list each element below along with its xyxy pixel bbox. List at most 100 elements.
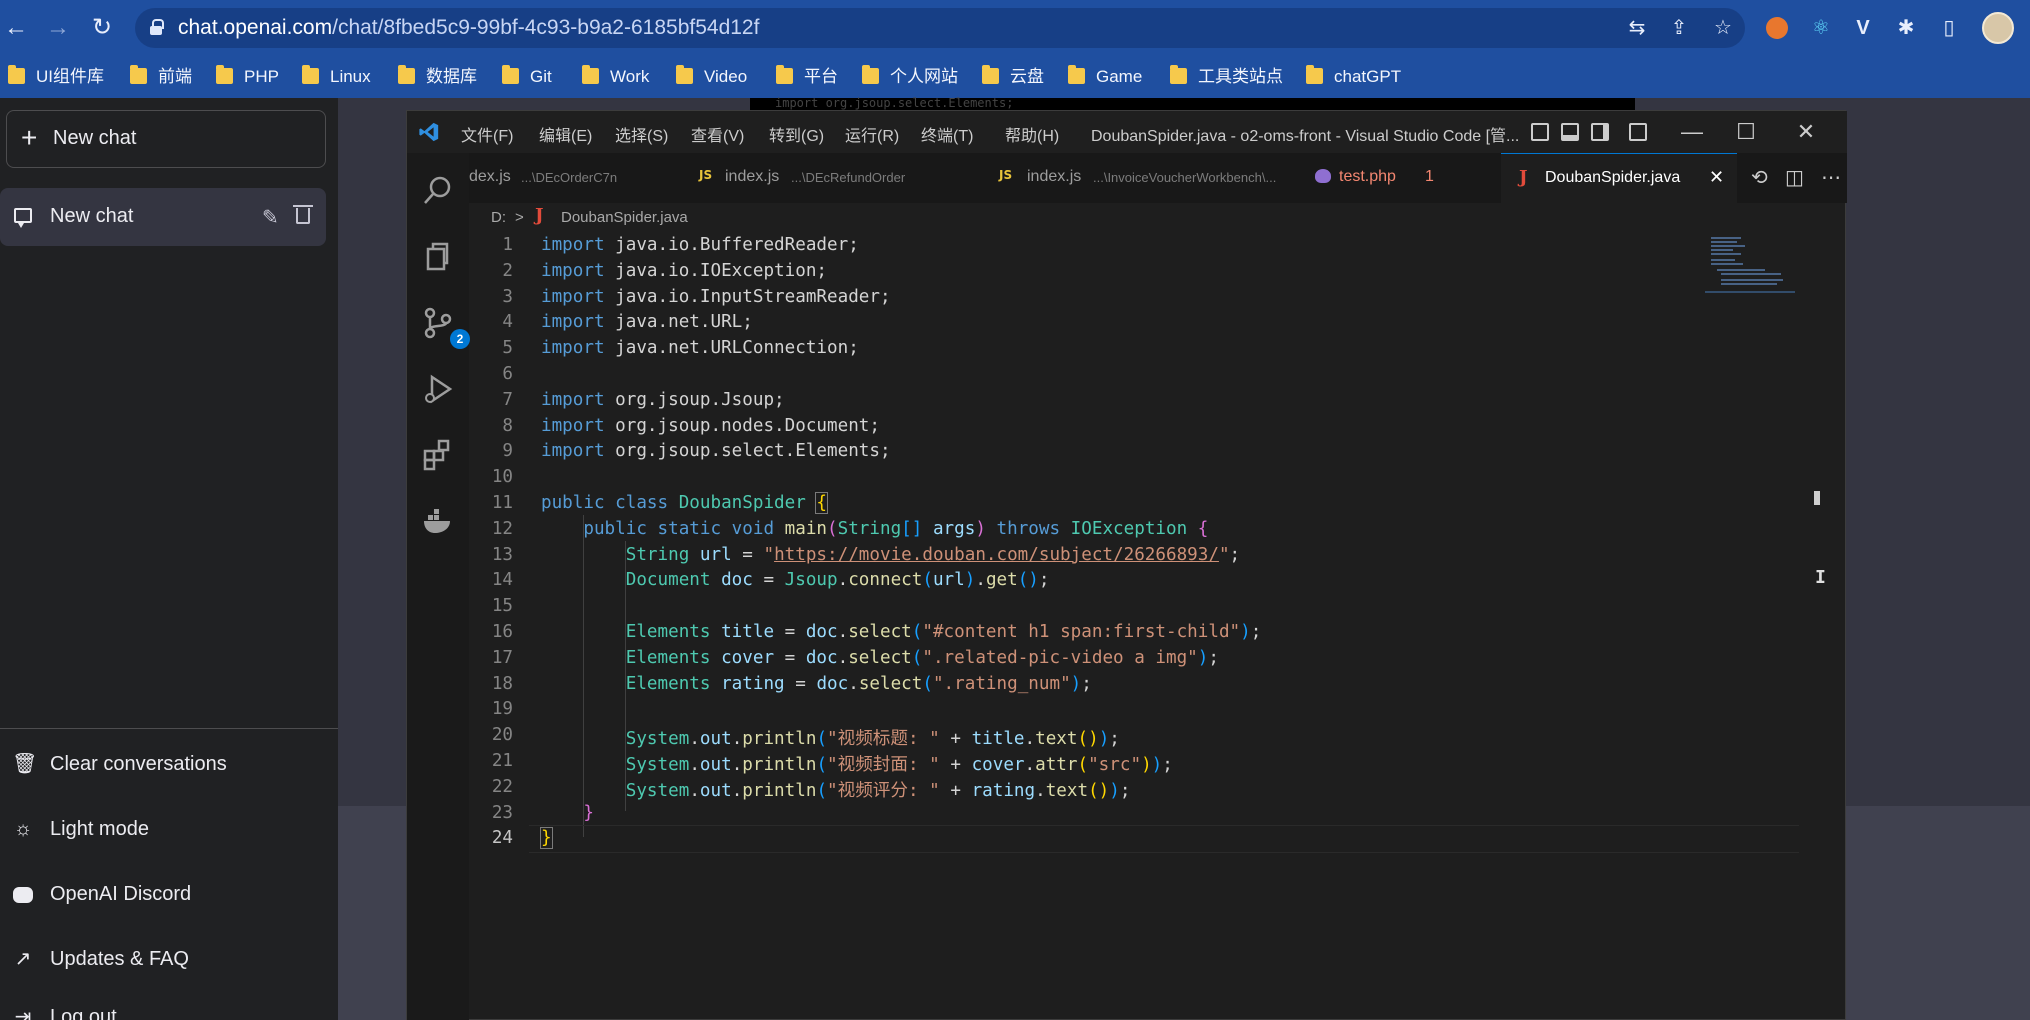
tab-path: ...\InvoiceVoucherWorkbench\... [1093, 170, 1277, 185]
breadcrumb-drive[interactable]: D: [491, 209, 506, 226]
bookmark-folder[interactable]: 平台 [776, 65, 838, 88]
toggle-secondary-sidebar-icon[interactable] [1591, 123, 1609, 141]
menu-view[interactable]: 查看(V) [691, 122, 744, 146]
line-number: 20 [491, 725, 513, 746]
overlay-strip-text: import org.jsoup.select.Elements; [775, 96, 1014, 110]
tab-label: dex.js [469, 168, 511, 185]
scrollbar-thumb[interactable] [1814, 491, 1820, 505]
bookmark-folder[interactable]: Video [676, 65, 747, 88]
url-text[interactable]: chat.openai.com/chat/8fbed5c9-99bf-4c93-… [178, 16, 759, 40]
tab-path: ...\DEcRefundOrder [791, 170, 906, 185]
tab-dex-js[interactable]: dex.js ...\DEcOrderC7n [469, 153, 634, 203]
lock-icon[interactable] [150, 19, 164, 35]
customize-layout-icon[interactable] [1629, 123, 1647, 141]
delete-icon[interactable] [293, 205, 313, 224]
new-chat-button[interactable]: + New chat [6, 110, 326, 168]
tab-index-js-invoice[interactable]: JS index.js ...\InvoiceVoucherWorkbench\… [989, 153, 1299, 203]
line-number: 22 [491, 776, 513, 797]
code-line: 3 import java.io.InputStreamReader; [469, 285, 1789, 311]
scm-badge: 2 [450, 329, 470, 349]
tab-test-php[interactable]: test.php 1 [1303, 153, 1453, 203]
code-line: 12 public static void main(String[] args… [469, 517, 1789, 543]
code-line: 24} [469, 826, 1789, 852]
minimap[interactable] [1705, 233, 1795, 293]
back-icon[interactable]: ← [2, 14, 30, 42]
tab-index-js-refund[interactable]: JS index.js ...\DEcRefundOrder [699, 153, 979, 203]
vertical-scrollbar[interactable] [1811, 233, 1823, 1020]
menu-selection[interactable]: 选择(S) [615, 122, 668, 146]
light-mode-link[interactable]: ☼ Light mode [0, 806, 338, 852]
docker-icon[interactable] [420, 503, 456, 539]
minimize-icon[interactable]: — [1677, 117, 1707, 147]
run-debug-icon[interactable] [420, 371, 456, 407]
bookmark-folder[interactable]: 个人网站 [862, 65, 958, 88]
tab-label: test.php [1339, 168, 1396, 185]
bookmark-folder[interactable]: Linux [302, 65, 371, 88]
conversation-item[interactable]: New chat ✎ [0, 188, 326, 246]
openai-discord-link[interactable]: OpenAI Discord [0, 871, 338, 917]
bookmark-folder[interactable]: Game [1068, 65, 1142, 88]
more-actions-icon[interactable]: ⋯ [1821, 165, 1841, 190]
share-icon[interactable]: ⇪ [1666, 15, 1692, 41]
source-control-wrap[interactable]: 2 [420, 305, 470, 349]
bookmark-folder[interactable]: 前端 [130, 65, 192, 88]
explorer-icon[interactable] [420, 239, 456, 275]
selector-string: "#content h1 span:first-child" [922, 622, 1241, 642]
close-window-icon[interactable]: ✕ [1791, 117, 1821, 147]
menu-go[interactable]: 转到(G) [769, 122, 824, 146]
code-line: 18 Elements rating = doc.select(".rating… [469, 672, 1789, 698]
edit-icon[interactable]: ✎ [262, 205, 279, 230]
timeline-icon[interactable]: ⟲ [1751, 165, 1768, 190]
code-line: 22 System.out.println("视频评分: " + rating.… [469, 775, 1789, 801]
reload-icon[interactable]: ↻ [88, 14, 116, 42]
import-path: java.io.BufferedReader [615, 235, 849, 255]
extension-orange-icon[interactable] [1766, 17, 1788, 39]
bookmark-folder[interactable]: 工具类站点 [1170, 65, 1283, 88]
code-line: 6 [469, 362, 1789, 388]
menu-help[interactable]: 帮助(H) [1005, 122, 1059, 146]
attr-string: "src" [1088, 755, 1142, 775]
updates-faq-link[interactable]: ↗ Updates & FAQ [0, 936, 338, 982]
tab-close-icon[interactable]: ✕ [1709, 167, 1724, 188]
star-icon[interactable]: ☆ [1710, 15, 1736, 41]
menu-run[interactable]: 运行(R) [845, 122, 899, 146]
maximize-icon[interactable]: ☐ [1731, 117, 1761, 147]
menu-file[interactable]: 文件(F) [461, 122, 513, 146]
split-editor-icon[interactable]: ◫ [1785, 165, 1804, 190]
menu-edit[interactable]: 编辑(E) [539, 122, 592, 146]
line-number: 4 [502, 312, 513, 333]
text-cursor-icon: I [1815, 567, 1826, 588]
profile-avatar[interactable] [1982, 12, 2014, 44]
bookmark-folder[interactable]: Work [582, 65, 649, 88]
forward-icon[interactable]: → [44, 14, 72, 42]
bookmark-folder[interactable]: UI组件库 [8, 65, 104, 88]
message-string: "视频评分: " [827, 780, 940, 801]
url-string[interactable]: https://movie.douban.com/subject/2626689… [774, 545, 1219, 565]
js-file-icon: JS [699, 168, 713, 182]
folder-icon [582, 65, 599, 84]
code-editor[interactable]: 1 import java.io.BufferedReader; 2 import … [469, 233, 1799, 1020]
search-icon[interactable] [420, 173, 456, 209]
puzzle-icon[interactable]: ✱ [1893, 15, 1919, 41]
bookmark-folder[interactable]: Git [502, 65, 552, 88]
translate-icon[interactable]: ⇆ [1624, 15, 1650, 41]
extension-v-icon[interactable]: V [1850, 15, 1876, 41]
clear-conversations-link[interactable]: 🗑 Clear conversations [0, 741, 338, 787]
folder-icon [776, 65, 793, 84]
breadcrumb-file[interactable]: DoubanSpider.java [561, 209, 688, 226]
log-out-link[interactable]: ⇥ Log out [0, 994, 338, 1020]
tab-doubanspider-java[interactable]: J DoubanSpider.java ✕ [1501, 153, 1737, 203]
extension-react-icon[interactable]: ⚛ [1808, 15, 1834, 41]
bookmark-folder[interactable]: chatGPT [1306, 65, 1401, 88]
line-number: 17 [491, 647, 513, 668]
extensions-icon[interactable] [420, 437, 456, 473]
bookmark-folder[interactable]: PHP [216, 65, 279, 88]
toggle-panel-icon[interactable] [1561, 123, 1579, 141]
menu-terminal[interactable]: 终端(T) [921, 122, 973, 146]
toggle-sidebar-icon[interactable] [1531, 123, 1549, 141]
sidepanel-icon[interactable]: ▯ [1936, 15, 1962, 41]
bookmark-folder[interactable]: 云盘 [982, 65, 1044, 88]
bookmarks-bar: UI组件库 前端 PHP Linux 数据库 Git Work Video 平台… [0, 56, 2030, 98]
bookmark-folder[interactable]: 数据库 [398, 65, 477, 88]
line-number: 18 [491, 673, 513, 694]
